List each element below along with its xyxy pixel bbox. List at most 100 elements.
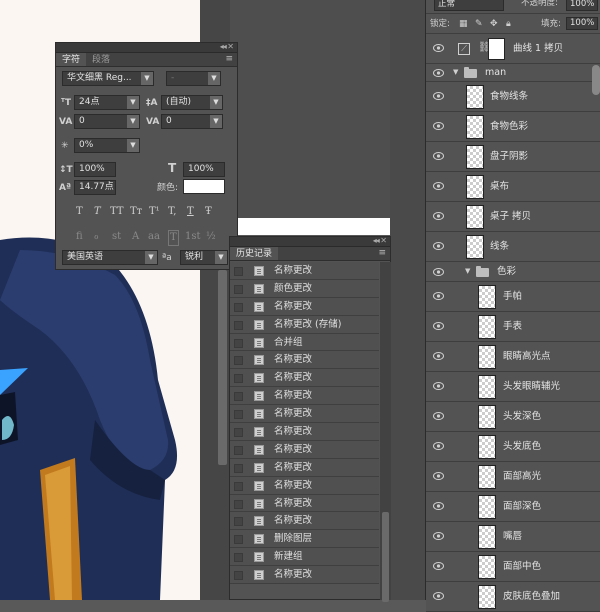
blend-mode-select[interactable]: 正常 — [434, 0, 504, 11]
history-item[interactable]: 名称更改 — [230, 512, 379, 531]
history-snapshot-checkbox[interactable] — [234, 284, 243, 294]
layer-row[interactable]: 面部高光 — [426, 462, 600, 492]
eye-icon[interactable] — [433, 182, 444, 190]
eye-icon[interactable] — [433, 442, 444, 450]
history-snapshot-checkbox[interactable] — [234, 571, 243, 581]
history-snapshot-checkbox[interactable] — [234, 320, 243, 330]
history-snapshot-checkbox[interactable] — [234, 410, 243, 420]
titling-alternates-button[interactable]: aa — [148, 230, 160, 244]
history-item[interactable]: 名称更改 — [230, 262, 379, 280]
baseline-shift-field[interactable]: 14.77点 — [74, 180, 116, 195]
tab-history[interactable]: 历史记录 — [230, 247, 279, 260]
history-item[interactable]: 合并组 — [230, 333, 379, 352]
subscript-button[interactable]: T, — [168, 205, 176, 219]
layer-row[interactable]: 嘴唇 — [426, 522, 600, 552]
history-snapshot-checkbox[interactable] — [234, 499, 243, 509]
eye-icon[interactable] — [433, 592, 444, 600]
language-select[interactable]: 美国英语 ▼ — [62, 250, 158, 265]
layer-row[interactable]: 线条 — [426, 232, 600, 262]
lock-all-icon[interactable]: 🔒︎ — [506, 18, 511, 30]
lock-move-icon[interactable]: ✥ — [490, 18, 498, 30]
small-caps-button[interactable]: Tт — [130, 205, 142, 219]
ordinals-button[interactable]: T — [168, 230, 179, 246]
eye-icon[interactable] — [433, 382, 444, 390]
leading-field[interactable]: (自动) ▼ — [161, 95, 223, 110]
eye-icon[interactable] — [433, 322, 444, 330]
history-item[interactable]: 名称更改 — [230, 351, 379, 370]
history-item[interactable]: 名称更改 — [230, 566, 379, 585]
history-item[interactable]: 颜色更改 — [230, 279, 379, 298]
discretionary-ligatures-button[interactable]: ℴ — [94, 230, 99, 244]
layer-row[interactable]: 手帕 — [426, 282, 600, 312]
history-item[interactable]: 名称更改 — [230, 476, 379, 495]
eye-icon[interactable] — [433, 472, 444, 480]
eye-icon[interactable] — [433, 92, 444, 100]
history-snapshot-checkbox[interactable] — [234, 445, 243, 455]
history-item[interactable]: 名称更改 — [230, 297, 379, 316]
eye-icon[interactable] — [433, 502, 444, 510]
lock-brush-icon[interactable]: ✎ — [475, 18, 483, 30]
history-item[interactable]: 名称更改 — [230, 405, 379, 424]
layer-row[interactable]: 盘子阴影 — [426, 142, 600, 172]
history-snapshot-checkbox[interactable] — [234, 302, 243, 312]
scrollbar-thumb[interactable] — [382, 512, 389, 602]
ordinals-1st-button[interactable]: 1st — [185, 230, 201, 244]
eye-icon[interactable] — [433, 152, 444, 160]
lock-transparent-icon[interactable]: ▦ — [459, 18, 468, 30]
history-item[interactable]: 名称更改 — [230, 458, 379, 477]
history-snapshot-checkbox[interactable] — [234, 356, 243, 366]
history-item[interactable]: 名称更改 — [230, 423, 379, 441]
chevron-down-icon[interactable]: ▼ — [465, 267, 470, 275]
history-snapshot-checkbox[interactable] — [234, 267, 243, 276]
kerning-field[interactable]: 0 ▼ — [74, 114, 140, 129]
vertical-scale-field[interactable]: 100% — [74, 162, 116, 177]
history-snapshot-checkbox[interactable] — [234, 481, 243, 491]
fractions-button[interactable]: ½ — [206, 230, 216, 244]
font-family-select[interactable]: 华文细黑 Reg... ▼ — [62, 71, 154, 86]
layer-row[interactable]: 手表 — [426, 312, 600, 342]
eye-icon[interactable] — [433, 122, 444, 130]
history-snapshot-checkbox[interactable] — [234, 535, 243, 545]
history-snapshot-checkbox[interactable] — [234, 392, 243, 402]
underline-button[interactable]: T — [187, 205, 194, 219]
antialias-select[interactable]: 锐利 ▼ — [180, 250, 228, 265]
panel-menu-icon[interactable]: ≡ — [225, 54, 233, 64]
history-snapshot-checkbox[interactable] — [234, 428, 243, 438]
layer-row[interactable]: 头发底色 — [426, 432, 600, 462]
eye-icon[interactable] — [433, 44, 444, 52]
layer-row[interactable]: 桌子 拷贝 — [426, 202, 600, 232]
strikethrough-button[interactable]: Ŧ — [205, 205, 212, 219]
layer-row[interactable]: 头发眼睛辅光 — [426, 372, 600, 402]
layer-row[interactable]: 桌布 — [426, 172, 600, 202]
superscript-button[interactable]: T¹ — [149, 205, 160, 219]
layer-row[interactable]: 眼睛高光点 — [426, 342, 600, 372]
layer-row[interactable]: ⟋ ⛓︎ 曲线 1 拷贝 — [426, 34, 600, 64]
tracking-field[interactable]: 0 ▼ — [161, 114, 223, 129]
color-swatch[interactable] — [183, 179, 225, 194]
group-row-man[interactable]: ▼ man — [426, 64, 600, 82]
fill-field[interactable]: 100% — [566, 17, 598, 30]
chevron-down-icon[interactable]: ▼ — [453, 68, 458, 76]
eye-icon[interactable] — [433, 69, 444, 77]
eye-icon[interactable] — [433, 212, 444, 220]
eye-icon[interactable] — [433, 242, 444, 250]
ligatures-button[interactable]: fi — [76, 230, 83, 244]
history-snapshot-checkbox[interactable] — [234, 338, 243, 348]
font-style-select[interactable]: - ▼ — [166, 71, 221, 86]
opacity-field[interactable]: 100% — [566, 0, 598, 11]
panel-scrollbar[interactable] — [218, 270, 227, 465]
tab-paragraph[interactable]: 段落 — [86, 53, 116, 66]
eye-icon[interactable] — [433, 268, 444, 276]
layer-row[interactable]: 面部深色 — [426, 492, 600, 522]
history-snapshot-checkbox[interactable] — [234, 463, 243, 473]
history-item[interactable]: 删除图层 — [230, 530, 379, 549]
all-caps-button[interactable]: TT — [110, 205, 124, 219]
history-scrollbar[interactable] — [380, 262, 391, 602]
panel-header[interactable]: ◂◂ ✕ — [230, 236, 390, 247]
history-item[interactable]: 名称更改 — [230, 494, 379, 513]
layer-row[interactable]: 食物色彩 — [426, 112, 600, 142]
layers-scrollbar[interactable] — [592, 65, 600, 95]
font-size-field[interactable]: 24点 ▼ — [74, 95, 140, 110]
panel-header[interactable]: ◂◂ ✕ — [56, 42, 237, 53]
eye-icon[interactable] — [433, 532, 444, 540]
